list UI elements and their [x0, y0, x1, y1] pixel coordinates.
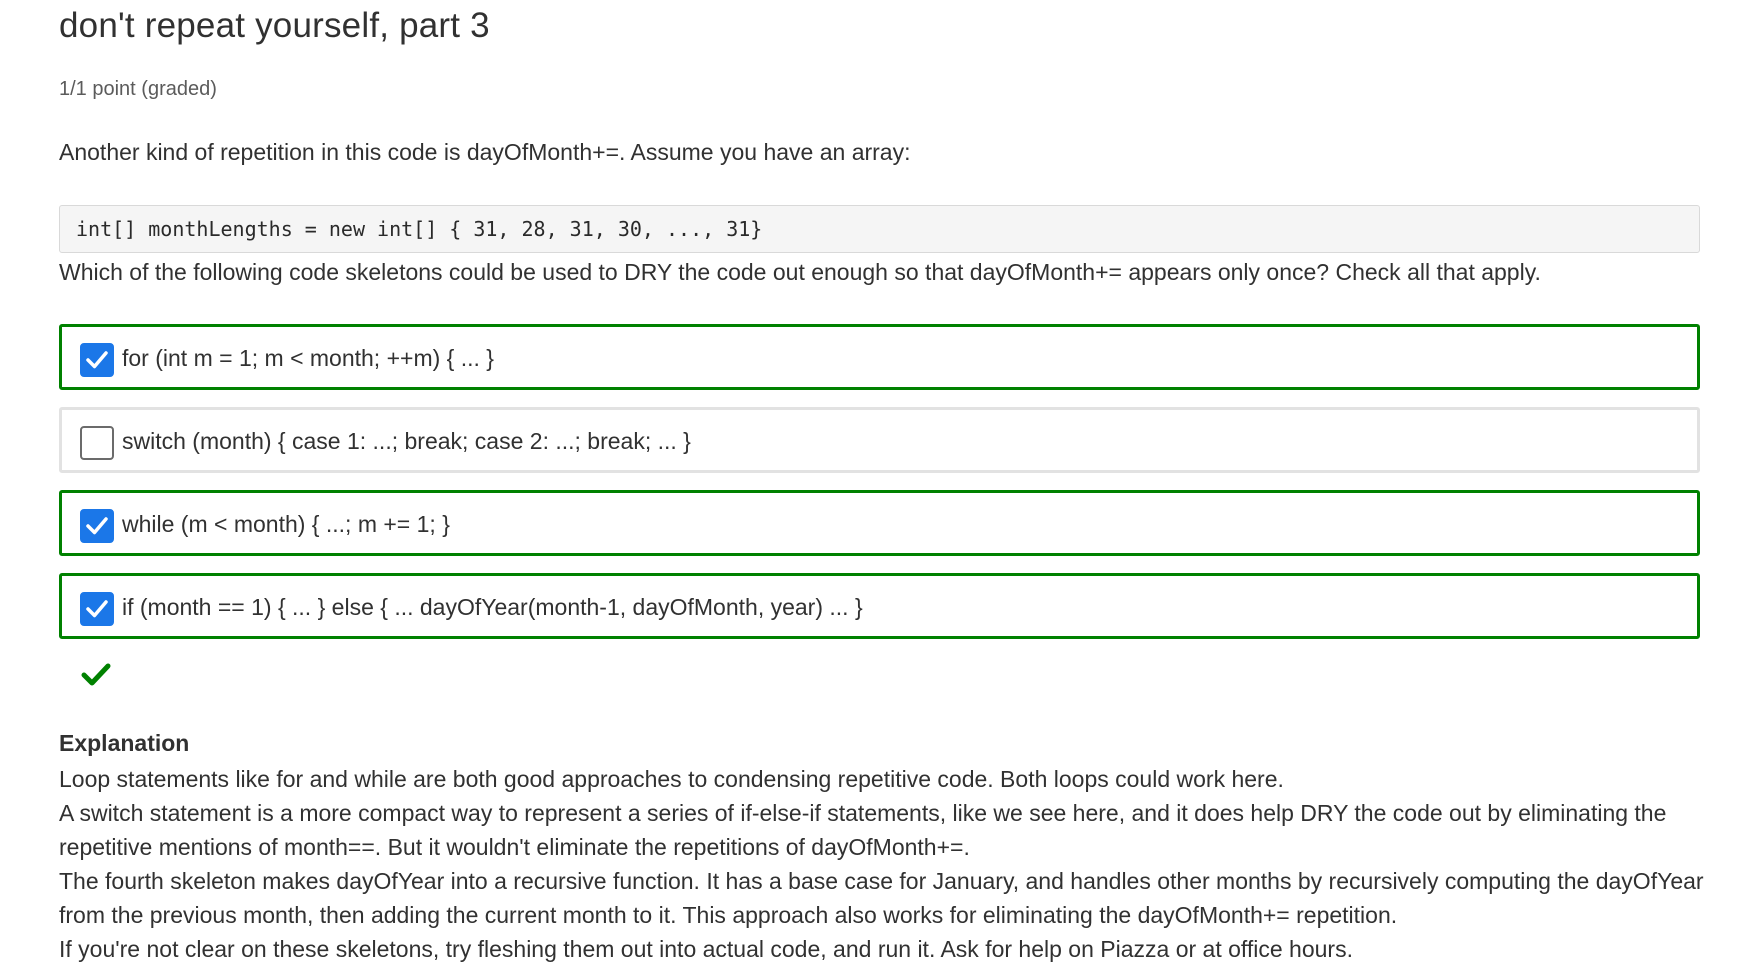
problem-title: don't repeat yourself, part 3: [59, 6, 490, 45]
checkbox-unchecked-icon[interactable]: [80, 426, 114, 460]
choice-while-loop[interactable]: while (m < month) { ...; m += 1; }: [59, 490, 1700, 556]
problem-question: Which of the following code skeletons co…: [59, 259, 1541, 285]
choice-recursion[interactable]: if (month == 1) { ... } else { ... dayOf…: [59, 573, 1700, 639]
choice-label: switch (month) { case 1: ...; break; cas…: [122, 428, 691, 454]
checkbox-checked-icon[interactable]: [80, 592, 114, 626]
explanation-heading: Explanation: [59, 730, 190, 756]
choice-label: for (int m = 1; m < month; ++m) { ... }: [122, 345, 494, 371]
explanation-line: The fourth skeleton makes dayOfYear into…: [59, 868, 1704, 894]
checkbox-checked-icon[interactable]: [80, 509, 114, 543]
choice-switch[interactable]: switch (month) { case 1: ...; break; cas…: [59, 407, 1700, 473]
problem-points: 1/1 point (graded): [59, 78, 217, 100]
checkmark-icon: [81, 662, 111, 693]
code-block: int[] monthLengths = new int[] { 31, 28,…: [59, 205, 1700, 253]
explanation-line: from the previous month, then adding the…: [59, 902, 1398, 928]
choice-label: while (m < month) { ...; m += 1; }: [122, 511, 450, 537]
explanation-line: repetitive mentions of month==. But it w…: [59, 834, 970, 860]
choice-label: if (month == 1) { ... } else { ... dayOf…: [122, 594, 863, 620]
choice-for-loop[interactable]: for (int m = 1; m < month; ++m) { ... }: [59, 324, 1700, 390]
explanation-line: Loop statements like for and while are b…: [59, 766, 1284, 792]
explanation-line: If you're not clear on these skeletons, …: [59, 936, 1353, 962]
problem-prompt: Another kind of repetition in this code …: [59, 139, 911, 165]
explanation-line: A switch statement is a more compact way…: [59, 800, 1667, 826]
checkbox-checked-icon[interactable]: [80, 343, 114, 377]
